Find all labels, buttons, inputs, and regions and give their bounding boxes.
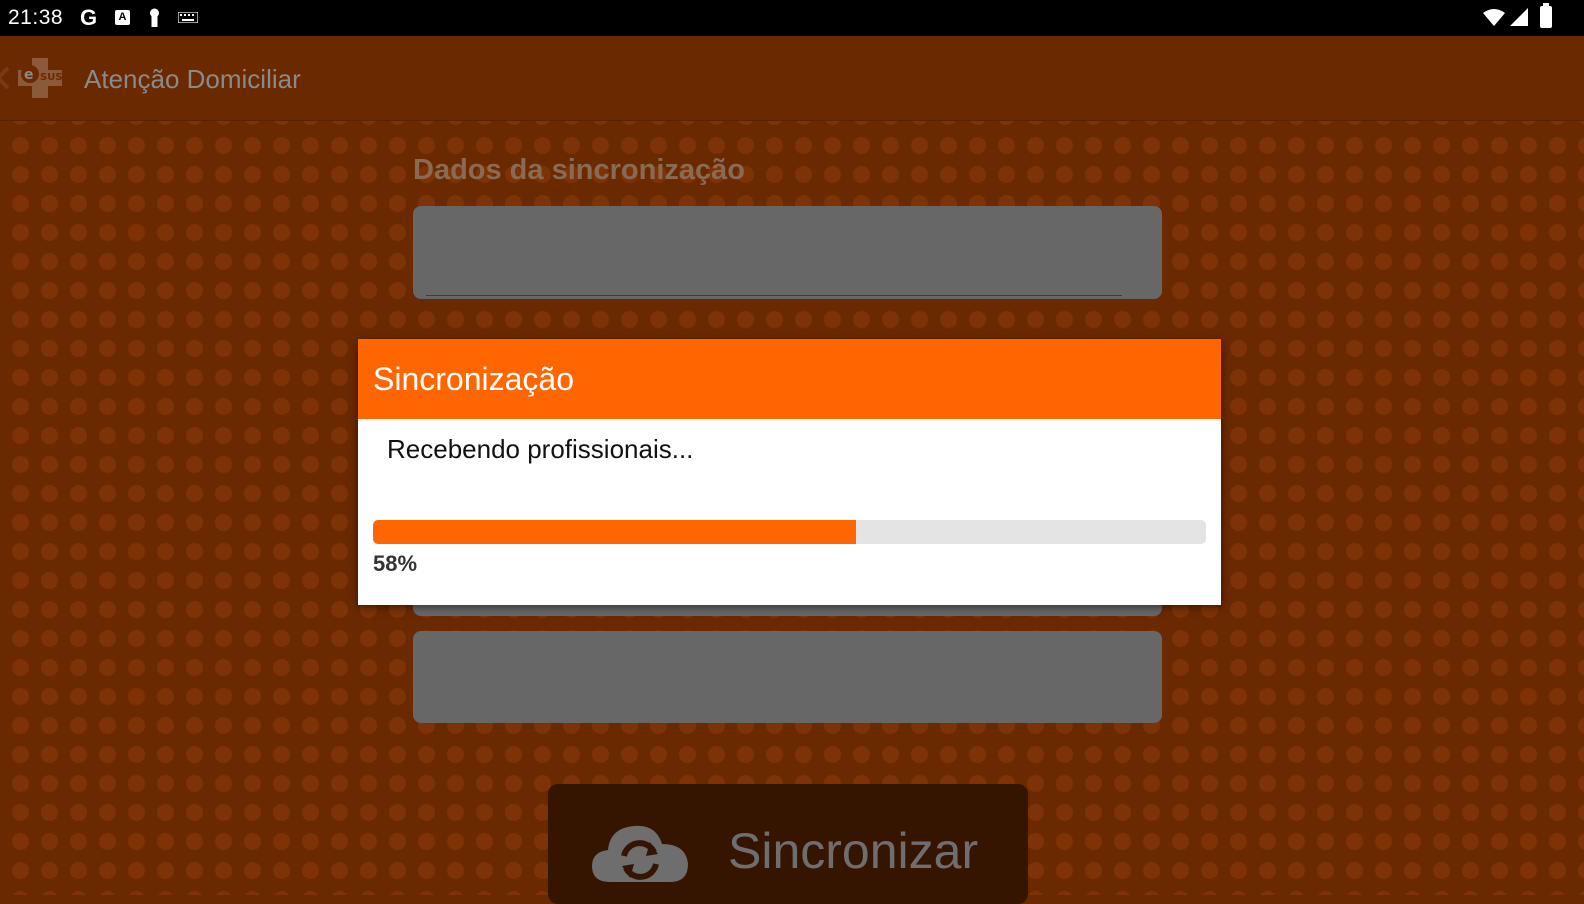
dialog-message: Recebendo profissionais... (387, 434, 694, 464)
svg-text:e: e (24, 67, 34, 83)
progress-percent: 58% (373, 551, 418, 576)
cloud-sync-icon (592, 825, 688, 882)
status-time: 21:38 (8, 6, 64, 29)
keyhole-icon (150, 8, 159, 27)
app-bar: e SUS Atenção Domiciliar (0, 36, 1584, 121)
back-arrow-icon[interactable] (0, 64, 12, 92)
signal-icon (1510, 8, 1528, 26)
google-icon: G (80, 5, 98, 30)
sync-button-label: Sincronizar (728, 823, 979, 879)
svg-text:SUS: SUS (40, 72, 63, 83)
field-underline (426, 295, 1122, 296)
progress-bar (373, 520, 1206, 544)
status-bar: 21:38 G A (0, 0, 1584, 36)
sync-data-field[interactable] (413, 206, 1162, 299)
section-title: Dados da sincronização (413, 154, 745, 186)
progress-fill (373, 520, 857, 544)
keyboard-icon (178, 12, 198, 23)
a-badge-icon: A (115, 10, 130, 25)
battery-charging-icon (1540, 3, 1552, 28)
wifi-icon (1483, 9, 1505, 26)
sync-button[interactable]: Sincronizar (548, 784, 1028, 904)
dialog-header: Sincronização (358, 339, 1221, 419)
esus-logo-icon: e SUS (18, 58, 63, 98)
form-field[interactable] (413, 631, 1162, 723)
sync-dialog: Sincronização Recebendo profissionais...… (358, 339, 1221, 605)
dialog-title: Sincronização (373, 361, 574, 397)
app-title: Atenção Domiciliar (84, 64, 301, 94)
